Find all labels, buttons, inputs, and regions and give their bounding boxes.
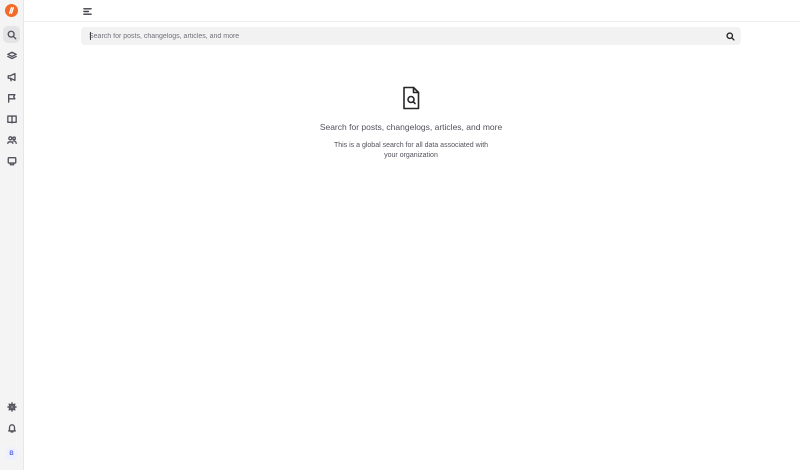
search-icon <box>7 30 16 39</box>
layers-icon <box>6 51 17 59</box>
search-input[interactable] <box>89 27 709 45</box>
empty-state: Search for posts, changelogs, articles, … <box>312 86 510 161</box>
monitor-icon <box>7 156 16 165</box>
book-icon <box>6 114 17 123</box>
sidebar-item-announcements[interactable] <box>3 68 20 85</box>
document-search-icon <box>401 86 421 110</box>
brand-logo-icon[interactable] <box>5 4 18 17</box>
empty-state-title: Search for posts, changelogs, articles, … <box>319 122 503 132</box>
sidebar: B <box>0 0 24 470</box>
search-icon <box>725 31 735 41</box>
global-search-bar <box>81 27 741 45</box>
sidebar-item-notifications[interactable] <box>3 419 20 436</box>
sidebar-item-layers[interactable] <box>3 47 20 64</box>
sidebar-item-widgets[interactable] <box>3 152 20 169</box>
sidebar-item-users[interactable] <box>3 131 20 148</box>
avatar[interactable]: B <box>5 447 18 460</box>
menu-toggle-icon <box>82 7 92 15</box>
sidebar-item-settings[interactable] <box>3 398 20 415</box>
text-caret <box>90 32 91 40</box>
sidebar-item-roadmap[interactable] <box>3 89 20 106</box>
megaphone-icon <box>7 72 16 81</box>
flag-icon <box>7 93 16 103</box>
sidebar-item-help-center[interactable] <box>3 110 20 127</box>
bell-icon <box>7 423 16 433</box>
sidebar-item-search[interactable] <box>3 26 20 43</box>
users-icon <box>6 135 17 144</box>
search-submit-button[interactable] <box>725 31 735 41</box>
empty-state-description: This is a global search for all data ass… <box>333 142 489 159</box>
menu-toggle-button[interactable] <box>81 5 93 17</box>
app-window: B Search for posts, changelogs, articles… <box>0 0 800 470</box>
gear-icon <box>6 401 17 412</box>
topbar <box>24 0 800 22</box>
